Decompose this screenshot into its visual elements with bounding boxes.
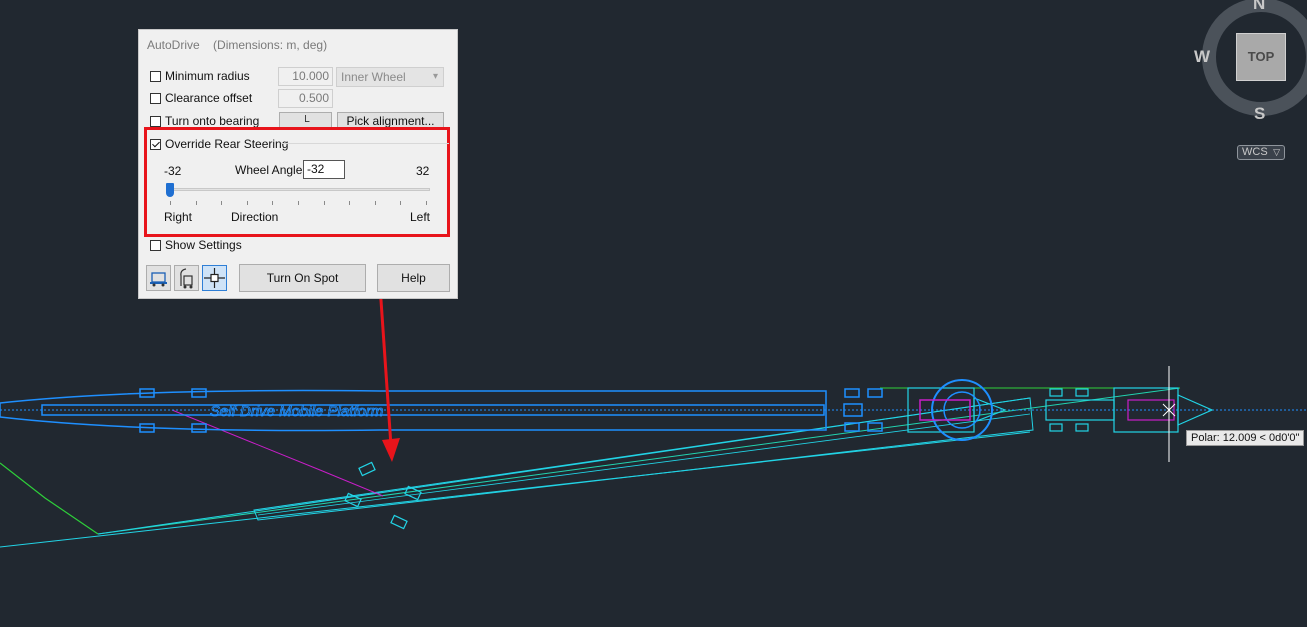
min-radius-field[interactable]: 10.000 xyxy=(278,67,333,86)
slider-tick xyxy=(323,201,325,205)
show-settings-checkbox[interactable] xyxy=(150,239,161,251)
dialog-title: AutoDrive (Dimensions: m, deg) xyxy=(147,38,327,52)
magenta-path xyxy=(171,409,384,497)
vehicle-button[interactable] xyxy=(146,265,171,291)
chevron-down-icon: ▽ xyxy=(1273,147,1280,157)
wheel-select[interactable]: Inner Wheel ▾ xyxy=(336,67,444,87)
slider-tick xyxy=(195,201,197,205)
help-button[interactable]: Help xyxy=(377,264,450,292)
compass-south[interactable]: S xyxy=(1254,104,1265,124)
viewcube-top-face[interactable]: TOP xyxy=(1236,33,1286,81)
vehicle-side-button[interactable] xyxy=(174,265,199,291)
rotated-centerline xyxy=(257,413,1031,516)
slider-min-label: -32 xyxy=(164,164,182,178)
min-radius-checkbox[interactable] xyxy=(150,70,161,82)
annotation-arrow-head xyxy=(382,438,400,462)
green-path-left xyxy=(0,462,99,535)
clearance-row[interactable]: Clearance offset xyxy=(150,89,252,107)
autodrive-dialog: AutoDrive (Dimensions: m, deg) Minimum r… xyxy=(138,29,458,299)
clearance-field[interactable]: 0.500 xyxy=(278,89,333,108)
override-row[interactable]: Override Rear Steering xyxy=(150,135,288,153)
show-settings-row[interactable]: Show Settings xyxy=(150,236,242,254)
direction-left-label: Left xyxy=(410,210,431,224)
dialog-dimensions: (Dimensions: m, deg) xyxy=(213,38,328,52)
min-radius-label: Minimum radius xyxy=(165,69,250,83)
override-separator xyxy=(281,143,449,144)
steering-slider-track[interactable] xyxy=(166,188,430,191)
direction-right-label: Right xyxy=(164,210,193,224)
slider-tick xyxy=(349,201,351,205)
chevron-down-icon: ▾ xyxy=(432,71,438,82)
wheel-angle-input[interactable]: -32 xyxy=(303,160,345,179)
direction-label: Direction xyxy=(231,210,279,224)
slider-tick xyxy=(426,201,427,205)
turn-bearing-checkbox[interactable] xyxy=(150,115,161,127)
clearance-label: Clearance offset xyxy=(165,91,253,105)
override-label: Override Rear Steering xyxy=(165,137,289,151)
vehicle-icon xyxy=(150,272,167,287)
front-magenta-rect xyxy=(1127,399,1175,421)
min-radius-row[interactable]: Minimum radius xyxy=(150,67,250,85)
slider-tick xyxy=(374,201,376,205)
compass-west[interactable]: W xyxy=(1194,47,1210,67)
dialog-title-text: AutoDrive xyxy=(147,38,200,52)
steering-slider-thumb[interactable] xyxy=(166,183,174,197)
slider-tick xyxy=(221,201,223,205)
polar-tooltip: Polar: 12.009 < 0d0'0" xyxy=(1186,430,1305,446)
wheel-select-value: Inner Wheel xyxy=(341,70,406,84)
slider-max-label: 32 xyxy=(416,164,430,178)
wcs-label: WCS xyxy=(1242,146,1268,158)
slider-tick xyxy=(246,201,248,205)
crosshair-button[interactable] xyxy=(202,265,227,291)
vehicle-label: Self Drive Mobile Platform xyxy=(210,403,383,420)
compass-north[interactable]: N xyxy=(1253,0,1265,14)
cyan-path-lower xyxy=(0,431,1031,548)
slider-tick xyxy=(170,201,171,205)
vehicle-side-icon xyxy=(180,268,193,289)
slider-tick xyxy=(272,201,274,205)
wheel-angle-label: Wheel Angle xyxy=(235,163,303,177)
slider-tick xyxy=(400,201,402,205)
crosshair-icon xyxy=(204,268,225,288)
turn-on-spot-button[interactable]: Turn On Spot xyxy=(239,264,366,292)
slider-tick xyxy=(298,201,299,205)
clearance-checkbox[interactable] xyxy=(150,92,161,104)
turn-bearing-label: Turn onto bearing xyxy=(165,114,260,128)
override-checkbox[interactable] xyxy=(150,138,161,150)
wcs-menu[interactable]: WCS ▽ xyxy=(1237,145,1285,160)
show-settings-label: Show Settings xyxy=(165,238,242,252)
